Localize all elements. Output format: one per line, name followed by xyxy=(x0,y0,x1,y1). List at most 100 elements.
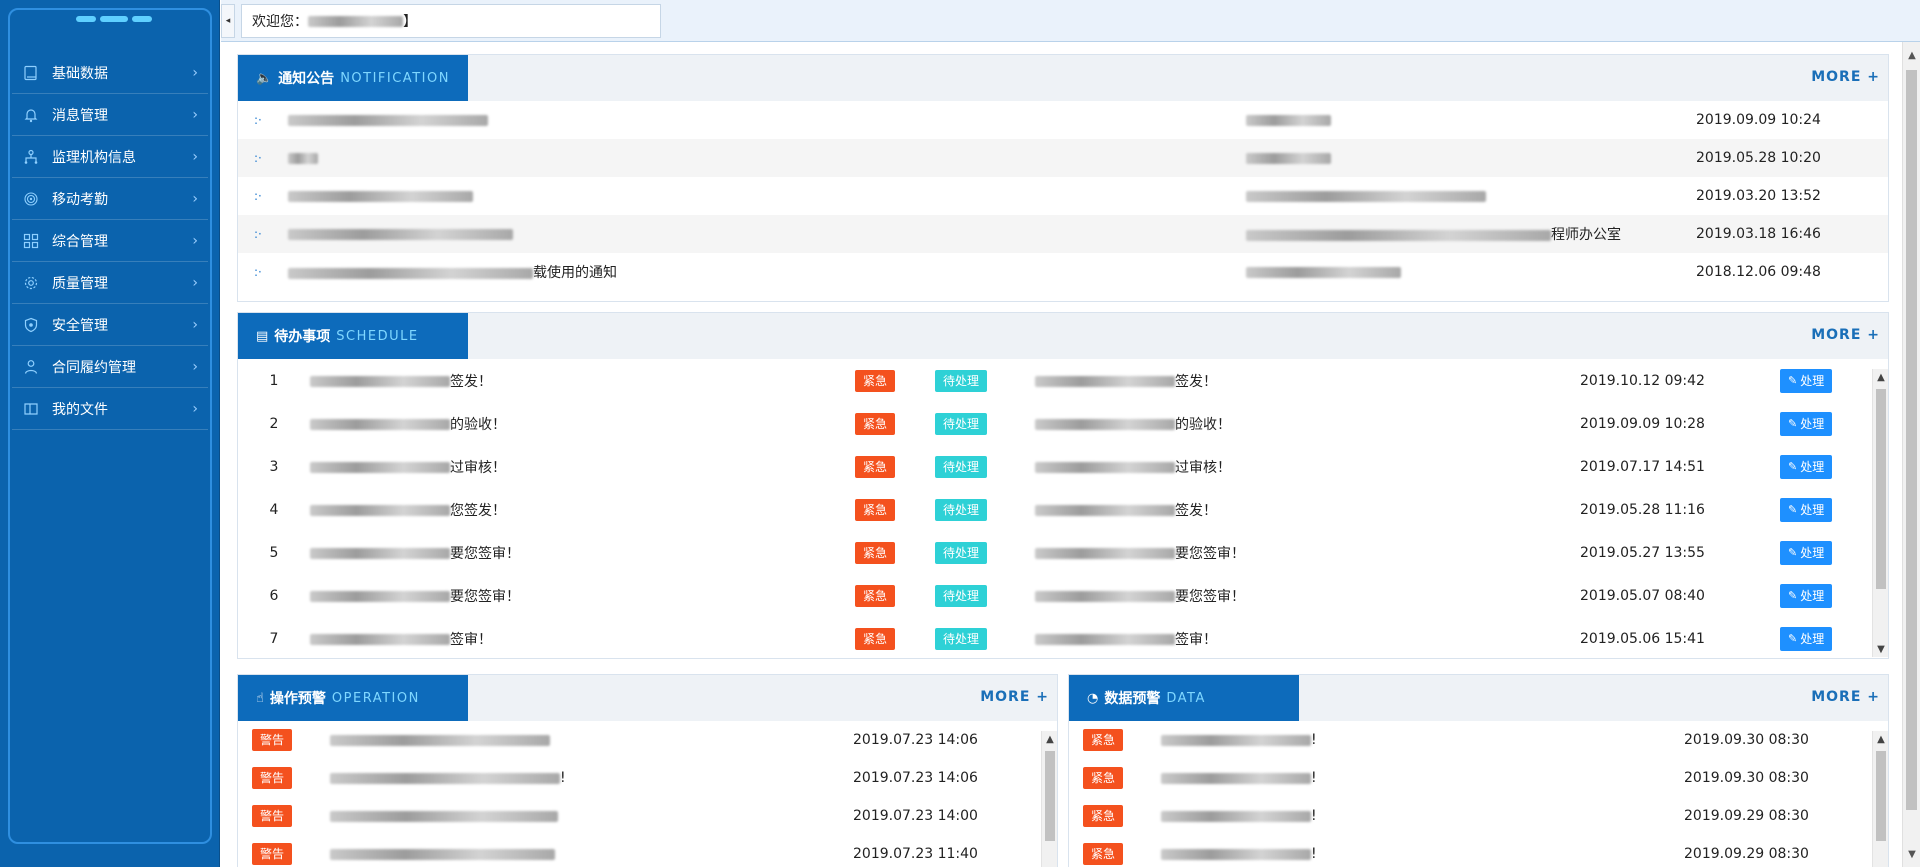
chevron-right-icon: › xyxy=(192,106,198,123)
scroll-thumb[interactable] xyxy=(1876,389,1886,589)
list-item[interactable]: 紧急 ! 2019.09.30 08:30 xyxy=(1069,759,1869,797)
collapse-sidebar-button[interactable]: ◂ xyxy=(221,4,235,38)
process-button-label: 处理 xyxy=(1800,417,1825,431)
data-warning-text-tail: ! xyxy=(1311,808,1317,824)
sidebar-item-messages[interactable]: 消息管理 › xyxy=(12,94,208,136)
folder-icon xyxy=(22,400,40,418)
org-icon xyxy=(22,148,40,166)
sidebar-item-supervision-org[interactable]: 监理机构信息 › xyxy=(12,136,208,178)
list-icon: ▤ xyxy=(256,328,269,344)
pending-badge: 待处理 xyxy=(935,627,988,650)
redacted-text xyxy=(1035,591,1175,602)
scroll-down-icon[interactable]: ▼ xyxy=(1903,845,1920,863)
list-item[interactable]: :· 2019.05.28 10:20 xyxy=(238,139,1888,177)
sidebar-item-attendance[interactable]: 移动考勤 › xyxy=(12,178,208,220)
table-row[interactable]: 2 的验收！ 紧急 待处理 的验收！ 2019.09.09 10:28 ✎ 处理 xyxy=(238,402,1870,445)
scroll-up-icon[interactable]: ▲ xyxy=(1873,369,1889,385)
notification-date: 2018.12.06 09:48 xyxy=(1696,264,1821,280)
urgent-badge: 紧急 xyxy=(855,455,896,478)
list-item[interactable]: 紧急 ! 2019.09.29 08:30 xyxy=(1069,835,1869,867)
row-number: 4 xyxy=(269,501,279,518)
sidebar-item-quality[interactable]: 质量管理 › xyxy=(12,262,208,304)
process-button[interactable]: ✎ 处理 xyxy=(1780,454,1833,479)
chevron-right-icon: › xyxy=(192,316,198,333)
sidebar-item-basic-data[interactable]: 基础数据 › xyxy=(12,52,208,94)
redacted-text xyxy=(310,419,450,430)
operation-tab: ☝ 操作预警 OPERATION xyxy=(238,675,468,721)
list-item[interactable]: 紧急 ! 2019.09.30 08:30 xyxy=(1069,721,1869,759)
operation-scrollbar[interactable]: ▲ xyxy=(1041,731,1057,867)
scroll-up-icon[interactable]: ▲ xyxy=(1903,46,1920,64)
scroll-up-icon[interactable]: ▲ xyxy=(1873,731,1889,747)
table-row[interactable]: 7 签审！ 紧急 待处理 签审！ 2019.05.06 15:41 ✎ 处理 xyxy=(238,617,1870,660)
chevron-right-icon: › xyxy=(192,148,198,165)
data-warning-text-tail: ! xyxy=(1311,732,1317,748)
grid-icon xyxy=(22,232,40,250)
gear-icon xyxy=(22,274,40,292)
redacted-text xyxy=(310,376,450,387)
process-button[interactable]: ✎ 处理 xyxy=(1780,540,1833,565)
list-item[interactable]: 警告 2019.07.23 11:40 xyxy=(238,835,1038,867)
table-row[interactable]: 5 要您签审！ 紧急 待处理 要您签审！ 2019.05.27 13:55 ✎ 处… xyxy=(238,531,1870,574)
redacted-text xyxy=(310,462,450,473)
data-warning-more-link[interactable]: MORE + xyxy=(1811,689,1880,705)
data-warning-title: 数据预警 xyxy=(1104,691,1161,707)
scroll-thumb[interactable] xyxy=(1045,751,1055,841)
scroll-down-icon[interactable]: ▼ xyxy=(1873,641,1889,657)
sidebar: 基础数据 › 消息管理 › 监理机构信息 › 移动考勤 › 综合管理 › 质量管… xyxy=(0,0,220,867)
schedule-scrollbar[interactable]: ▲ ▼ xyxy=(1872,369,1888,657)
scroll-thumb[interactable] xyxy=(1876,751,1886,841)
process-button[interactable]: ✎ 处理 xyxy=(1780,368,1833,393)
bullet-icon: :· xyxy=(254,265,262,279)
notification-title: 通知公告 xyxy=(278,71,335,87)
data-warning-scrollbar[interactable]: ▲ xyxy=(1872,731,1888,867)
list-item[interactable]: :· 载使用的通知 2018.12.06 09:48 xyxy=(238,253,1888,291)
process-button[interactable]: ✎ 处理 xyxy=(1780,626,1833,651)
data-warning-title-en: DATA xyxy=(1166,690,1206,706)
table-row[interactable]: 3 过审核！ 紧急 待处理 过审核！ 2019.07.17 14:51 ✎ 处理 xyxy=(238,445,1870,488)
scroll-thumb[interactable] xyxy=(1906,70,1917,810)
list-item[interactable]: 警告 2019.07.23 14:06 xyxy=(238,721,1038,759)
sidebar-item-general[interactable]: 综合管理 › xyxy=(12,220,208,262)
sidebar-item-my-files[interactable]: 我的文件 › xyxy=(12,388,208,430)
table-row[interactable]: 6 要您签审！ 紧急 待处理 要您签审！ 2019.05.07 08:40 ✎ 处… xyxy=(238,574,1870,617)
row-number: 3 xyxy=(269,458,279,475)
scroll-up-icon[interactable]: ▲ xyxy=(1042,731,1058,747)
notification-title-tail: 载使用的通知 xyxy=(533,265,617,281)
redacted-text xyxy=(330,848,555,860)
operation-panel: ☝ 操作预警 OPERATION MORE + 警告 2019.07.23 14… xyxy=(237,674,1058,867)
process-button[interactable]: ✎ 处理 xyxy=(1780,497,1833,522)
sidebar-item-contract[interactable]: 合同履约管理 › xyxy=(12,346,208,388)
list-item[interactable]: 紧急 ! 2019.09.29 08:30 xyxy=(1069,797,1869,835)
list-item[interactable]: 警告 ! 2019.07.23 14:06 xyxy=(238,759,1038,797)
list-item[interactable]: :· 2019.03.20 13:52 xyxy=(238,177,1888,215)
redacted-text xyxy=(310,591,450,602)
notification-more-link[interactable]: MORE + xyxy=(1811,69,1880,85)
bullet-icon: :· xyxy=(254,227,262,241)
sidebar-item-safety[interactable]: 安全管理 › xyxy=(12,304,208,346)
list-item[interactable]: :· 2019.09.09 10:24 xyxy=(238,101,1888,139)
operation-date: 2019.07.23 14:06 xyxy=(853,732,978,748)
redacted-text xyxy=(1161,810,1311,822)
operation-more-link[interactable]: MORE + xyxy=(980,689,1049,705)
redacted-text xyxy=(330,810,558,822)
list-item[interactable]: :· 程师办公室 2019.03.18 16:46 xyxy=(238,215,1888,253)
welcome-tab[interactable]: 欢迎您： 】 xyxy=(241,4,661,38)
schedule-more-link[interactable]: MORE + xyxy=(1811,327,1880,343)
data-warning-text-tail: ! xyxy=(1311,770,1317,786)
list-item[interactable]: 警告 2019.07.23 14:00 xyxy=(238,797,1038,835)
urgent-badge: 紧急 xyxy=(855,627,896,650)
process-button[interactable]: ✎ 处理 xyxy=(1780,411,1833,436)
redacted-text xyxy=(1035,376,1175,387)
redacted-text xyxy=(1035,634,1175,645)
schedule-list: 1 签发！ 紧急 待处理 签发！ 2019.10.12 09:42 ✎ 处理 2 … xyxy=(238,359,1870,660)
schedule-desc-tail: 要您签审！ xyxy=(1175,545,1245,562)
data-warning-text-tail: ! xyxy=(1311,846,1317,862)
table-row[interactable]: 1 签发！ 紧急 待处理 签发！ 2019.10.12 09:42 ✎ 处理 xyxy=(238,359,1870,402)
process-button[interactable]: ✎ 处理 xyxy=(1780,583,1833,608)
notification-date: 2019.03.18 16:46 xyxy=(1696,226,1821,242)
page-scrollbar[interactable]: ▲ ▼ xyxy=(1902,42,1920,867)
chevron-right-icon: › xyxy=(192,400,198,417)
schedule-title-tail: 过审核！ xyxy=(450,459,506,476)
table-row[interactable]: 4 您签发！ 紧急 待处理 签发！ 2019.05.28 11:16 ✎ 处理 xyxy=(238,488,1870,531)
